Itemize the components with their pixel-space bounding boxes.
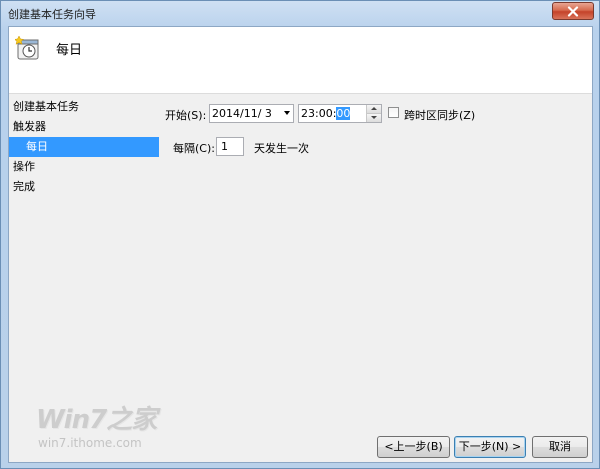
- page-title: 每日: [56, 43, 83, 58]
- time-seconds-selected: 00: [336, 107, 351, 120]
- wizard-header: 每日: [9, 27, 592, 94]
- time-hours-minutes: 23:00:: [301, 107, 337, 120]
- clock-icon: [15, 35, 39, 60]
- recur-interval-value: 1: [221, 140, 228, 153]
- start-date-picker[interactable]: 2014/11/ 3: [209, 104, 294, 123]
- recur-label: 每隔(C):: [173, 142, 215, 155]
- wizard-window: 创建基本任务向导 每日 创建基本任务 触发器 每日 操作 完成 开始(S): 2…: [0, 0, 600, 469]
- next-button[interactable]: 下一步(N) >: [454, 436, 526, 458]
- step-trigger[interactable]: 触发器: [9, 117, 159, 137]
- title-bar[interactable]: 创建基本任务向导: [1, 1, 599, 25]
- sync-timezone-label[interactable]: 跨时区同步(Z): [404, 107, 475, 123]
- step-create-basic-task[interactable]: 创建基本任务: [9, 97, 159, 117]
- sync-timezone-checkbox[interactable]: [388, 107, 399, 118]
- start-label: 开始(S):: [165, 109, 207, 122]
- step-daily[interactable]: 每日: [9, 137, 159, 157]
- window-title: 创建基本任务向导: [8, 8, 96, 21]
- watermark-url: win7.ithome.com: [38, 436, 142, 450]
- start-time-value: 23:00:00: [301, 107, 351, 120]
- time-spinner[interactable]: [366, 105, 381, 122]
- cancel-button[interactable]: 取消: [532, 436, 588, 458]
- start-date-value: 2014/11/ 3: [212, 107, 272, 120]
- watermark-brand: Win7之家: [36, 405, 157, 435]
- start-time-picker[interactable]: 23:00:00: [298, 104, 382, 123]
- spin-down-icon[interactable]: [367, 114, 381, 122]
- step-finish[interactable]: 完成: [9, 177, 159, 197]
- dropdown-arrow-icon[interactable]: [284, 111, 290, 115]
- wizard-body: 每日 创建基本任务 触发器 每日 操作 完成 开始(S): 2014/11/ 3…: [8, 26, 593, 463]
- watermark: Win7之家 win7.ithome.com: [36, 399, 157, 450]
- step-action[interactable]: 操作: [9, 157, 159, 177]
- spin-up-icon[interactable]: [367, 105, 381, 114]
- close-button[interactable]: [552, 2, 594, 20]
- close-icon: [567, 6, 579, 17]
- recur-interval-input[interactable]: 1: [216, 137, 244, 156]
- step-list: 创建基本任务 触发器 每日 操作 完成: [9, 97, 159, 197]
- back-button[interactable]: <上一步(B): [377, 436, 450, 458]
- recur-suffix: 天发生一次: [254, 142, 309, 155]
